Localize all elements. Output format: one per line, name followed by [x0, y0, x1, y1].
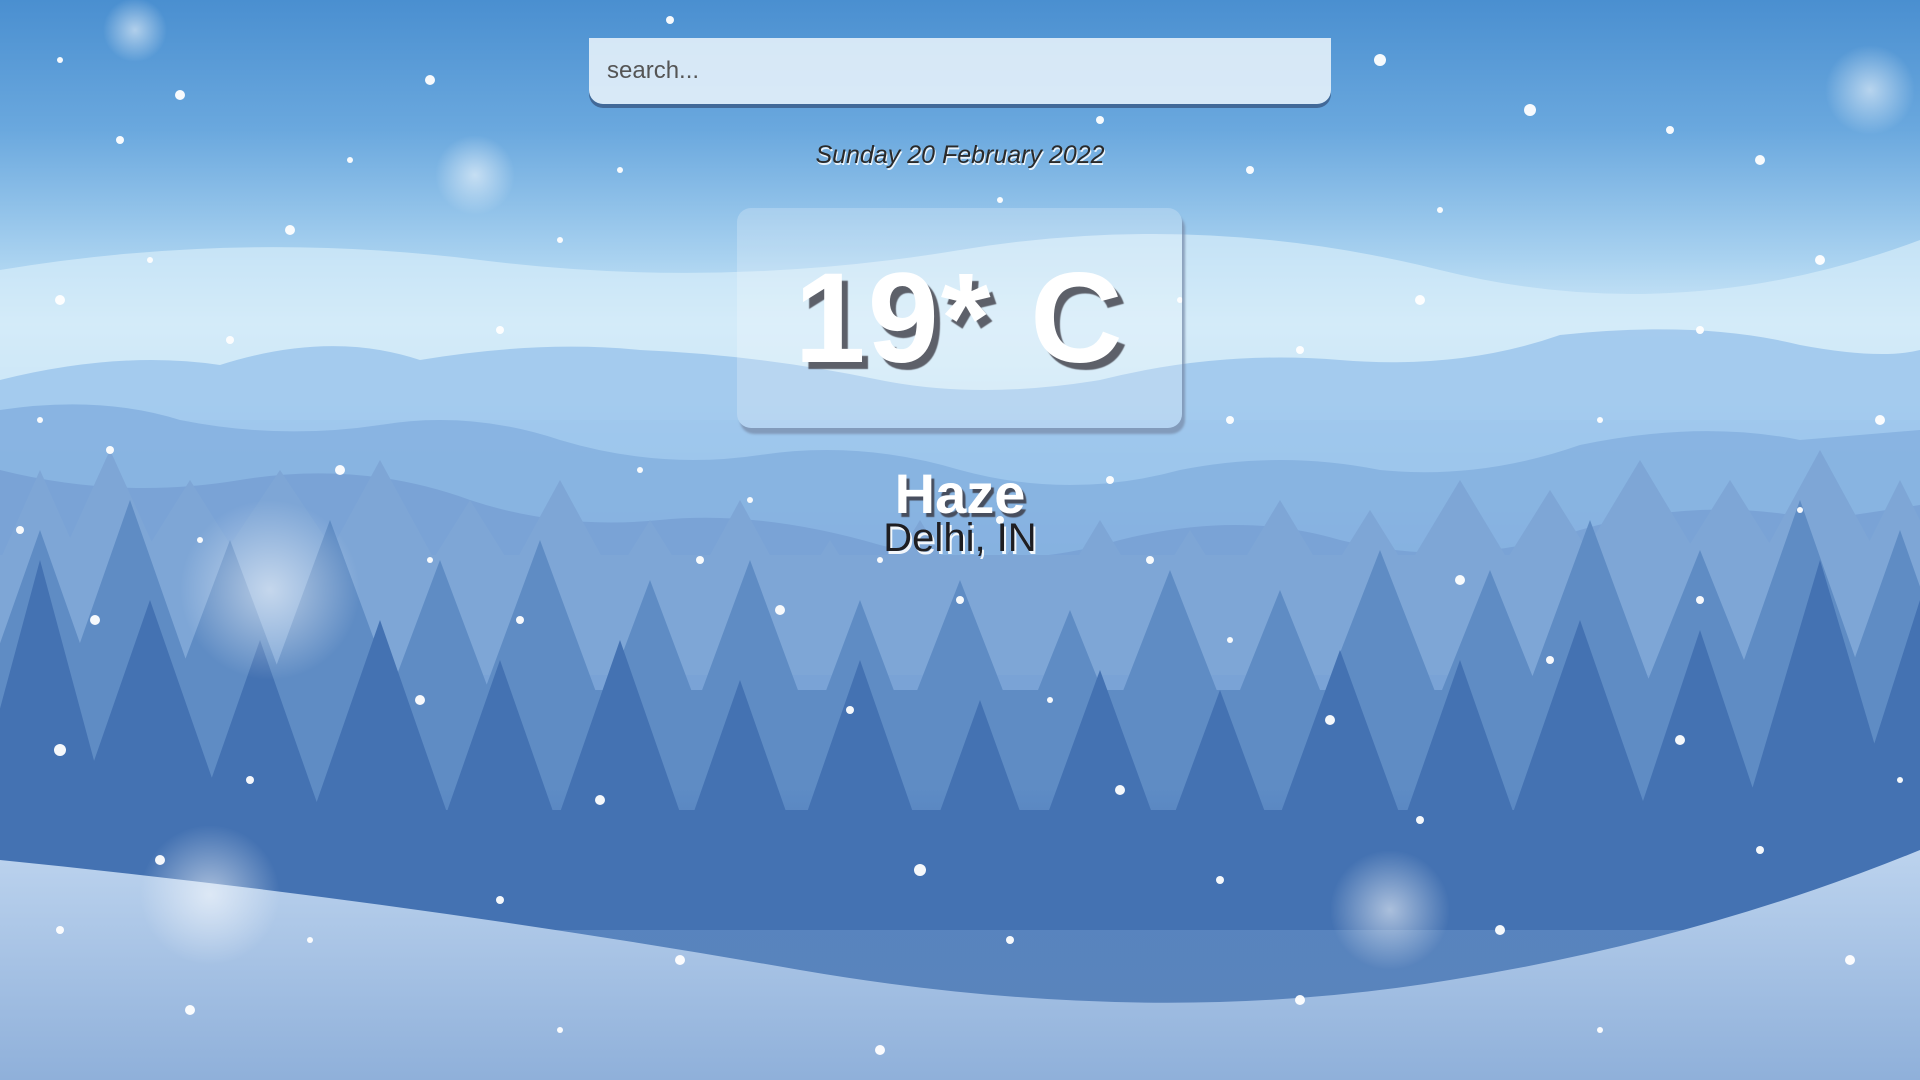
- location-label: Delhi, IN: [883, 516, 1037, 560]
- weather-app: Sunday 20 February 2022 19* C Haze Delhi…: [0, 0, 1920, 1080]
- temperature-card: 19* C: [737, 208, 1182, 428]
- search-input[interactable]: [589, 38, 1331, 104]
- temperature-value: 19* C: [794, 246, 1125, 390]
- weather-condition: Haze: [894, 462, 1026, 525]
- current-date: Sunday 20 February 2022: [815, 141, 1105, 169]
